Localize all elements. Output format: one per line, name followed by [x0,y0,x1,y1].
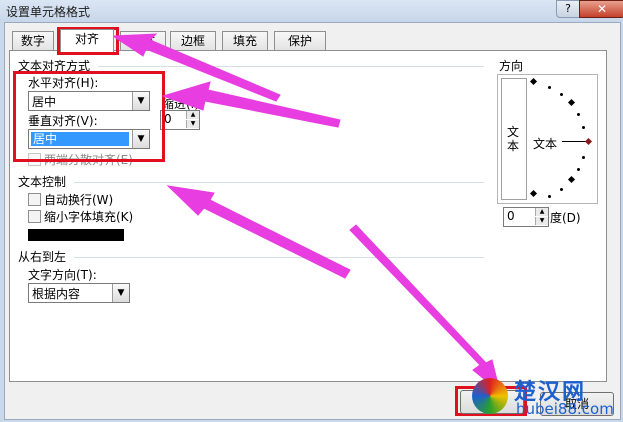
tab-alignment[interactable]: 对齐 [60,29,114,52]
arrow-to-text-control [166,185,351,279]
watermark-logo-icon [472,378,508,414]
format-cells-dialog: 设置单元格格式 ? ✕ 数字 对齐 字体 边框 填充 保护 文本对齐方式 水平对… [0,0,623,422]
watermark-url: hubei88.com [516,400,614,418]
arrow-to-ok [349,224,501,394]
annotation-arrows [111,33,501,394]
watermark: 楚汉网 hubei88.com [456,376,623,422]
